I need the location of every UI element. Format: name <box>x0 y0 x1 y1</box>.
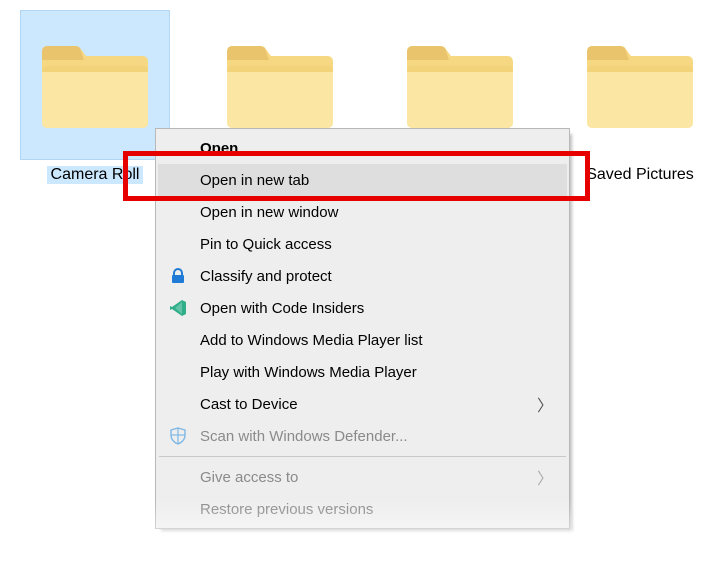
menu-scan-defender: Scan with Windows Defender... <box>158 420 567 452</box>
menu-label: Classify and protect <box>200 268 332 285</box>
folder-saved-pictures[interactable]: Saved Pictures <box>555 10 725 184</box>
menu-add-wmp-list[interactable]: Add to Windows Media Player list <box>158 324 567 356</box>
menu-label: Scan with Windows Defender... <box>200 428 408 445</box>
menu-label: Play with Windows Media Player <box>200 364 417 381</box>
menu-open[interactable]: Open <box>158 132 567 164</box>
menu-pin-quick-access[interactable]: Pin to Quick access <box>158 228 567 260</box>
menu-label: Open in new window <box>200 204 338 221</box>
menu-give-access-to: Give access to 〉 <box>158 461 567 493</box>
folder-icon <box>565 10 715 160</box>
menu-open-code-insiders[interactable]: Open with Code Insiders <box>158 292 567 324</box>
menu-open-new-window[interactable]: Open in new window <box>158 196 567 228</box>
folder-label: Saved Pictures <box>555 166 725 184</box>
menu-label: Restore previous versions <box>200 501 373 518</box>
chevron-right-icon: 〉 <box>537 392 553 416</box>
menu-separator <box>159 456 566 457</box>
menu-label: Open <box>200 140 238 157</box>
menu-restore-previous: Restore previous versions <box>158 493 567 525</box>
menu-cast-to-device[interactable]: Cast to Device 〉 <box>158 388 567 420</box>
menu-label: Open with Code Insiders <box>200 300 364 317</box>
lock-icon <box>168 266 188 286</box>
code-insiders-icon <box>168 298 188 318</box>
file-explorer-area: Camera Roll <box>0 0 725 579</box>
folder-icon <box>20 10 170 160</box>
menu-label: Pin to Quick access <box>200 236 332 253</box>
chevron-right-icon: 〉 <box>537 465 553 489</box>
context-menu: Open Open in new tab Open in new window … <box>155 128 570 529</box>
menu-classify-protect[interactable]: Classify and protect <box>158 260 567 292</box>
menu-open-new-tab[interactable]: Open in new tab <box>158 164 567 196</box>
menu-label: Open in new tab <box>200 172 309 189</box>
menu-label: Cast to Device <box>200 396 298 413</box>
shield-icon <box>168 426 188 446</box>
menu-label: Give access to <box>200 469 298 486</box>
menu-play-wmp[interactable]: Play with Windows Media Player <box>158 356 567 388</box>
menu-label: Add to Windows Media Player list <box>200 332 423 349</box>
folder-label: Camera Roll <box>47 166 144 184</box>
